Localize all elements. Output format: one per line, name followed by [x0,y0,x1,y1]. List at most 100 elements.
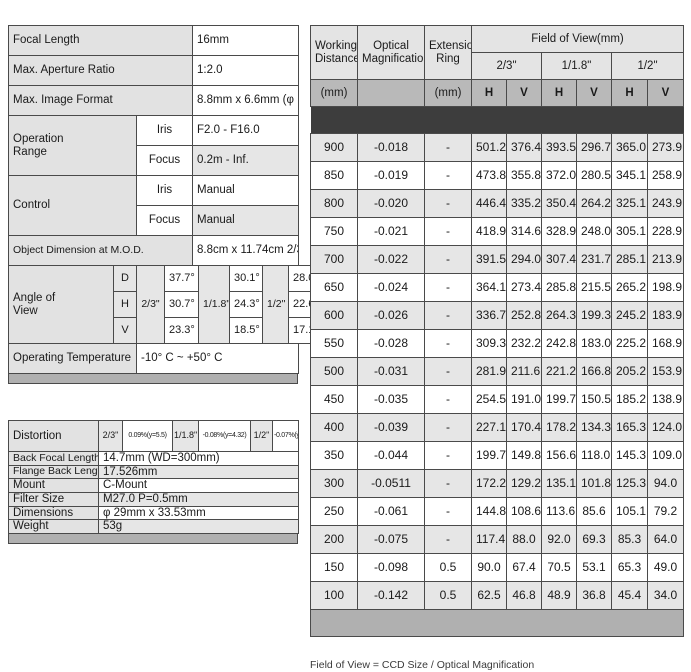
fov-value-1: 376.4 [506,133,542,162]
fov-optical-magnification: -0.0511 [357,469,425,498]
fov-value-4: 285.1 [611,245,648,274]
angle-d-0: 37.7° [164,265,199,292]
spec2-label: Mount [8,478,99,493]
fov-value-2: 221.2 [541,357,577,386]
fov-extension-ring: - [424,329,472,358]
fov-value-1: 335.2 [506,189,542,218]
fov-row: 400 -0.039-227.1 170.4 178.2 134.3 165.3 124.0 [310,413,685,442]
fov-value-3: 101.8 [576,469,612,498]
fov-value-4: 125.3 [611,469,648,498]
fov-value-5: 34.0 [646,581,685,610]
fov-header-row-1: Working Distance Optical Magnification E… [310,25,685,80]
fov-value-2: 264.3 [541,301,577,330]
fov-value-3: 231.7 [576,245,612,274]
header-extension-ring: Extension Ring [424,25,472,80]
distortion-value-0: 0.09%(y=5.5) [122,420,173,452]
fov-value-4: 65.3 [611,553,648,582]
fov-value-0: 62.5 [471,581,507,610]
fov-value-3: 69.3 [576,525,612,554]
fov-working-distance: 250 [310,497,358,526]
fov-value-5: 153.9 [646,357,685,386]
distortion-label: Distortion [8,420,99,452]
fov-value-4: 225.2 [611,329,648,358]
operating-temperature-label: Operating Temperature [8,343,137,374]
table-row: Max. Image Format 8.8mm x 6.6mm (φ 11mm) [8,85,299,116]
fov-working-distance: 300 [310,469,358,498]
fov-row: 900 -0.018-501.2 376.4 393.5 296.7 365.0 273.9 [310,133,685,162]
table-row: Flange Back Length 17.526mm [8,464,299,480]
fov-value-0: 473.8 [471,161,507,190]
header-sensor-size-1: 1/1.8" [541,52,612,80]
fov-value-5: 243.9 [646,189,685,218]
fov-value-1: 355.8 [506,161,542,190]
fov-working-distance: 650 [310,273,358,302]
fov-working-distance: 100 [310,581,358,610]
header-v-0: V [506,79,542,107]
spec2-label: Dimensions [8,505,99,521]
fov-value-2: 156.6 [541,441,577,470]
operation-range-iris-value: F2.0 - F16.0 [192,115,299,146]
fov-value-0: 336.7 [471,301,507,330]
object-dimension-label: Object Dimension at M.O.D. [8,235,193,266]
fov-row: 450 -0.035-254.5 191.0 199.7 150.5 185.2 138.9 [310,385,685,414]
table-row: Focal Length 16mm [8,25,299,56]
fov-working-distance: 900 [310,133,358,162]
spec2-value: 17.526mm [98,464,299,480]
distortion-value-2: -0.07%(y=4.0) [272,420,299,452]
fov-value-2: 393.5 [541,133,577,162]
fov-working-distance: 450 [310,385,358,414]
angle-of-view-table: Angle of View D 2/3" 37.7° 1/1.8" 30.1° … [8,265,321,344]
fov-value-4: 265.2 [611,273,648,302]
fov-value-2: 70.5 [541,553,577,582]
fov-value-4: 165.3 [611,413,648,442]
fov-optical-magnification: -0.075 [357,525,425,554]
fov-working-distance: 700 [310,245,358,274]
fov-row: 600 -0.026-336.7 252.8 264.3 199.3 245.2 183.9 [310,301,685,330]
header-om-line1: Optical [373,40,409,53]
fov-row: 250 -0.061-144.8 108.6 113.6 85.6 105.1 79.2 [310,497,685,526]
angle-h-0: 30.7° [164,291,199,318]
distortion-row: Distortion 2/3" 0.09%(y=5.5) 1/1.8" -0.0… [8,420,299,452]
angle-h-1: 24.3° [229,291,263,318]
angle-of-view-label-line2: View [13,304,38,317]
field-of-view-table-container: Working Distance Optical Magnification E… [309,25,685,637]
fov-value-4: 345.1 [611,161,648,190]
fov-value-4: 325.1 [611,189,648,218]
fov-value-2: 372.0 [541,161,577,190]
fov-extension-ring: - [424,413,472,442]
fov-footer-bar [309,609,685,637]
fov-value-0: 364.1 [471,273,507,302]
header-sensor-size-2: 1/2" [610,52,685,80]
fov-value-3: 53.1 [576,553,612,582]
fov-value-5: 198.9 [646,273,685,302]
fov-optical-magnification: -0.028 [357,329,425,358]
angle-of-view-label-line1: Angle of [13,291,56,304]
fov-value-2: 242.8 [541,329,577,358]
table-row: Dimensions φ 29mm x 33.53mm [8,505,299,521]
distortion-value-1: -0.08%(y=4.32) [198,420,251,452]
header-v-2: V [646,79,685,107]
fov-extension-ring: - [424,133,472,162]
angle-d-1: 30.1° [229,265,263,292]
operation-range-focus-value: 0.2m - Inf. [192,145,299,176]
fov-value-0: 144.8 [471,497,507,526]
spec2-value: 53g [98,519,299,534]
fov-value-2: 350.4 [541,189,577,218]
fov-header-row-units: (mm) (mm) H V H V H V [310,79,685,107]
angle-axis-d: D [113,265,137,292]
operation-range-label-line1: Operation [13,132,64,145]
fov-working-distance: 600 [310,301,358,330]
angle-axis-h: H [113,291,137,318]
fov-optical-magnification: -0.018 [357,133,425,162]
table-row: Object Dimension at M.O.D. 8.8cm x 11.74… [8,235,299,266]
fov-value-1: 88.0 [506,525,542,554]
fov-value-0: 418.9 [471,217,507,246]
fov-row: 350 -0.044-199.7 149.8 156.6 118.0 145.3 109.0 [310,441,685,470]
fov-row: 500 -0.031-281.9 211.6 221.2 166.8 205.2 153.9 [310,357,685,386]
fov-row: 700 -0.022-391.5 294.0 307.4 231.7 285.1 213.9 [310,245,685,274]
fov-value-3: 36.8 [576,581,612,610]
angle-size-0: 2/3" [136,265,165,344]
table-row: Mount C-Mount [8,478,299,493]
object-dimension-value: 8.8cm x 11.74cm 2/3" [192,235,299,266]
field-of-view-table-body: 900 -0.018-501.2 376.4 393.5 296.7 365.0 273.9… [310,133,685,610]
